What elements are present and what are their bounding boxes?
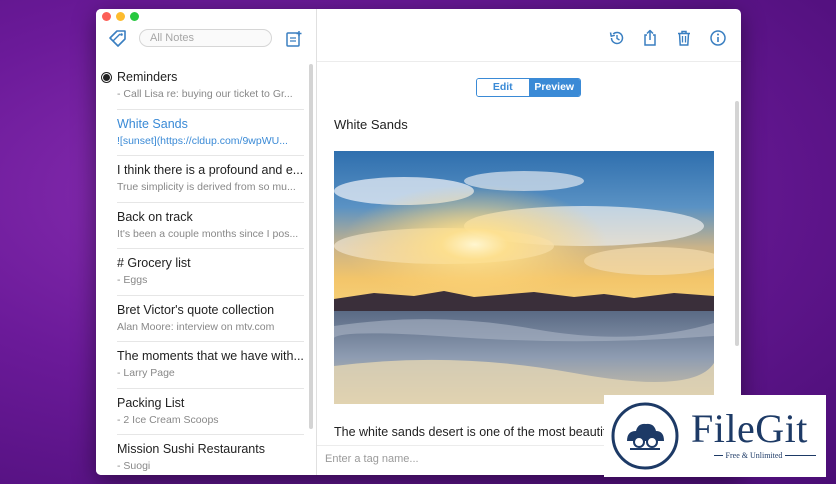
note-heading: White Sands xyxy=(334,117,408,132)
note-list-item[interactable]: # Grocery list - Eggs xyxy=(96,249,310,296)
filegit-logo xyxy=(611,402,679,470)
note-list-item[interactable]: The moments that we have with... - Larry… xyxy=(96,342,310,389)
note-preview: True simplicity is derived from so mu... xyxy=(117,181,296,193)
note-list-item[interactable]: Reminders - Call Lisa re: buying our tic… xyxy=(96,63,310,110)
note-list-item[interactable]: I think there is a profound and e... Tru… xyxy=(96,156,310,203)
note-preview: - Call Lisa re: buying our ticket to Gr.… xyxy=(117,88,293,100)
new-note-icon xyxy=(286,31,302,47)
sidebar-toolbar: All Notes xyxy=(96,9,316,61)
note-title: I think there is a profound and e... xyxy=(117,163,304,177)
note-title: White Sands xyxy=(117,116,188,131)
tag-input[interactable]: Enter a tag name... xyxy=(325,453,419,465)
watermark-subtitle-wrap: Free & Unlimited xyxy=(691,451,817,460)
new-note-button[interactable] xyxy=(284,29,304,49)
sidebar: All Notes Reminders - Call Lisa re: buyi… xyxy=(96,9,317,475)
note-preview: ![sunset](https://cldup.com/9wpWU... xyxy=(117,134,288,147)
note-preview: Alan Moore: interview on mtv.com xyxy=(117,320,275,333)
note-preview: - Eggs xyxy=(117,274,148,286)
note-list-item[interactable]: Bret Victor's quote collection Alan Moor… xyxy=(96,296,310,342)
trash-icon xyxy=(678,30,690,46)
note-title: The moments that we have with... xyxy=(117,349,304,363)
note-title: Packing List xyxy=(117,395,185,410)
note-preview: It's been a couple months since I pos... xyxy=(117,227,299,240)
preview-mode-button[interactable]: Preview xyxy=(528,79,580,96)
info-button[interactable] xyxy=(709,29,727,47)
editor-toolbar xyxy=(317,9,741,62)
note-list: Reminders - Call Lisa re: buying our tic… xyxy=(96,63,310,475)
note-preview: - Suogi xyxy=(117,460,151,472)
info-icon xyxy=(710,30,726,46)
watermark-subtitle: Free & Unlimited xyxy=(722,451,786,460)
note-title: Mission Sushi Restaurants xyxy=(117,442,265,456)
note-list-item-selected[interactable]: White Sands ![sunset](https://cldup.com/… xyxy=(96,110,310,156)
edit-mode-button[interactable]: Edit xyxy=(477,79,529,96)
note-title: Back on track xyxy=(117,209,193,224)
note-title: Bret Victor's quote collection xyxy=(117,302,275,317)
note-preview: - 2 Ice Cream Scoops xyxy=(117,413,219,426)
watermark-title: FileGit xyxy=(691,406,808,451)
tags-button[interactable] xyxy=(108,29,128,49)
search-input[interactable]: All Notes xyxy=(139,29,272,47)
sidebar-scrollbar[interactable] xyxy=(309,64,313,429)
history-button[interactable] xyxy=(608,29,626,47)
history-icon xyxy=(609,31,624,45)
note-body-text: The white sands desert is one of the mos… xyxy=(334,425,617,439)
pinned-indicator xyxy=(102,73,111,82)
note-list-item[interactable]: Packing List - 2 Ice Cream Scoops xyxy=(96,389,310,435)
note-title: Reminders xyxy=(117,70,178,84)
note-preview: - Larry Page xyxy=(117,367,175,379)
delete-button[interactable] xyxy=(675,29,693,47)
note-list-item[interactable]: Mission Sushi Restaurants - Suogi xyxy=(96,435,310,475)
note-image xyxy=(334,151,714,404)
watermark: FileGit Free & Unlimited xyxy=(604,395,826,477)
note-list-item[interactable]: Back on track It's been a couple months … xyxy=(96,203,310,249)
editor-scrollbar[interactable] xyxy=(735,101,739,346)
share-button[interactable] xyxy=(641,29,659,47)
mode-toggle: Edit Preview xyxy=(476,78,581,97)
note-title: # Grocery list xyxy=(117,256,191,270)
share-icon xyxy=(644,29,656,46)
tags-icon xyxy=(109,30,126,47)
